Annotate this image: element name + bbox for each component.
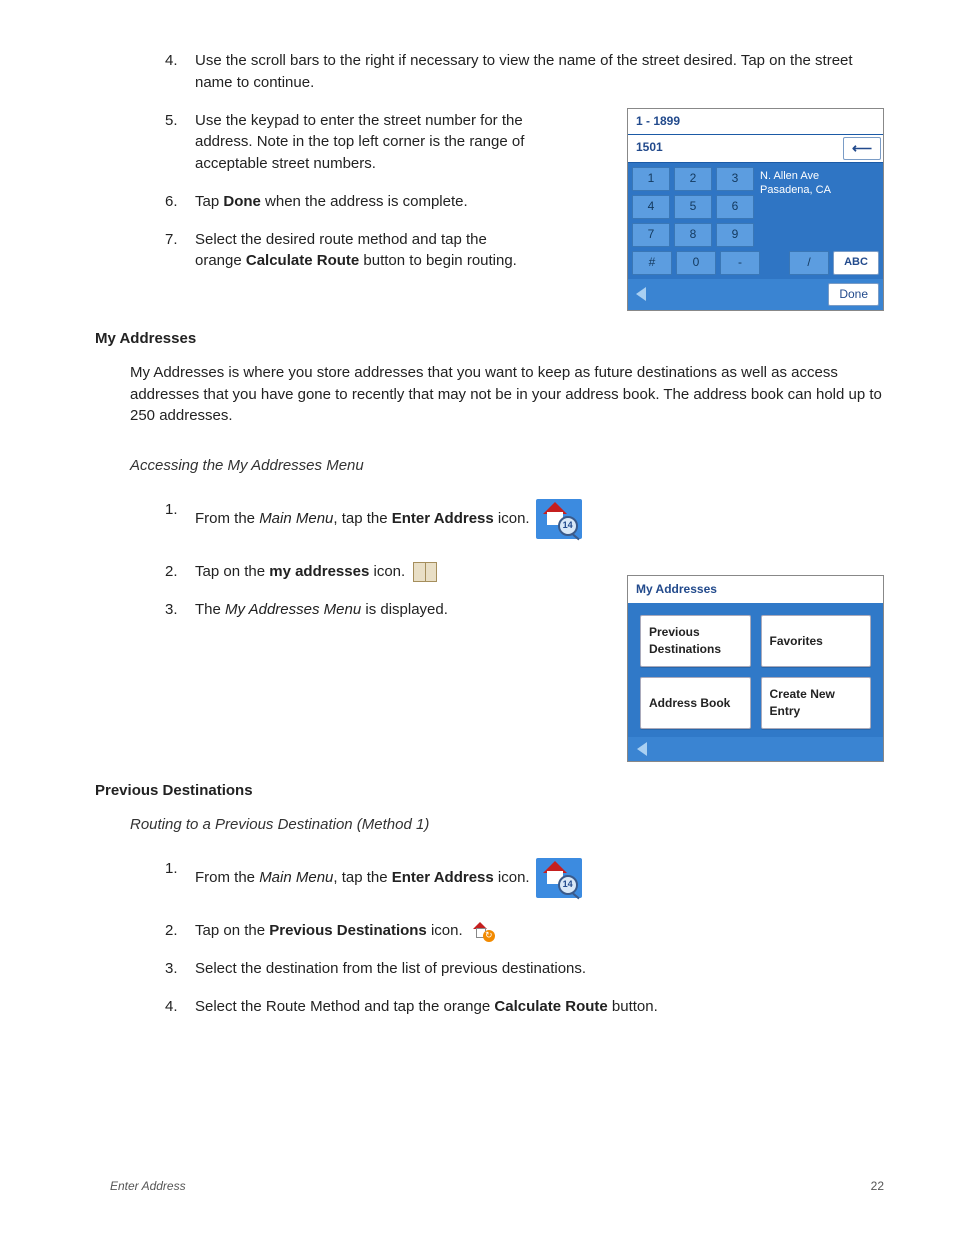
- step-number: 4.: [110, 50, 195, 72]
- panel-title: My Addresses: [628, 576, 883, 603]
- abc-button[interactable]: ABC: [833, 251, 879, 275]
- step-text: From the Main Menu, tap the Enter Addres…: [195, 858, 884, 898]
- keypad-range: 1 - 1899: [628, 109, 883, 135]
- key-button[interactable]: 6: [716, 195, 754, 219]
- backspace-icon[interactable]: ⟵: [843, 137, 881, 159]
- key-button[interactable]: /: [789, 251, 829, 275]
- step-text: Select the Route Method and tap the oran…: [195, 996, 884, 1018]
- done-button[interactable]: Done: [828, 283, 879, 306]
- section-heading-my-addresses: My Addresses: [95, 328, 884, 350]
- my-addresses-panel: My Addresses Previous Destinations Favor…: [627, 575, 884, 762]
- subheading-accessing: Accessing the My Addresses Menu: [130, 455, 884, 477]
- step-number: 4.: [110, 996, 195, 1018]
- step-number: 7.: [110, 229, 195, 251]
- footer-section-name: Enter Address: [110, 1178, 186, 1195]
- key-button[interactable]: #: [632, 251, 672, 275]
- step-text: From the Main Menu, tap the Enter Addres…: [195, 499, 884, 539]
- key-button[interactable]: 4: [632, 195, 670, 219]
- step-text: Use the scroll bars to the right if nece…: [195, 50, 884, 94]
- key-button[interactable]: 0: [676, 251, 716, 275]
- bottom-steps-list: 1. From the Main Menu, tap the Enter Add…: [110, 858, 884, 1018]
- step-number: 6.: [110, 191, 195, 213]
- step-number: 3.: [110, 958, 195, 980]
- subheading-routing: Routing to a Previous Destination (Metho…: [130, 814, 884, 836]
- list-item: 1. From the Main Menu, tap the Enter Add…: [110, 858, 884, 898]
- my-addresses-intro: My Addresses is where you store addresse…: [130, 362, 884, 427]
- list-item: 2. Tap on the Previous Destinations icon…: [110, 920, 884, 942]
- key-button[interactable]: 8: [674, 223, 712, 247]
- key-button[interactable]: 7: [632, 223, 670, 247]
- panel-footer: [628, 737, 883, 761]
- keypad-street: N. Allen Ave: [760, 169, 877, 183]
- key-button[interactable]: 1: [632, 167, 670, 191]
- step-text: Tap Done when the address is complete.: [195, 191, 535, 213]
- document-page: 4. Use the scroll bars to the right if n…: [0, 0, 954, 1235]
- previous-destinations-button[interactable]: Previous Destinations: [640, 615, 751, 667]
- step-text: Use the keypad to enter the street numbe…: [195, 110, 535, 175]
- step-number: 2.: [110, 920, 195, 942]
- list-item: 3. Select the destination from the list …: [110, 958, 884, 980]
- keypad-body: 1 2 3 4 5 6 7 8 9 N. Allen Ave Pasadena,…: [628, 163, 883, 251]
- section-heading-previous-destinations: Previous Destinations: [95, 780, 884, 802]
- step-number: 5.: [110, 110, 195, 132]
- footer-page-number: 22: [871, 1178, 884, 1195]
- keypad-cells: 1 2 3 4 5 6 7 8 9: [628, 163, 758, 251]
- list-item: 4. Use the scroll bars to the right if n…: [110, 50, 884, 94]
- previous-destinations-icon: ↻: [471, 920, 495, 942]
- back-arrow-icon[interactable]: [636, 287, 646, 301]
- enter-address-icon: 14: [536, 858, 582, 898]
- back-arrow-icon[interactable]: [637, 742, 647, 756]
- keypad-bottom-row: # 0 - / ABC: [628, 251, 883, 279]
- keypad-city: Pasadena, CA: [760, 183, 877, 197]
- step-number: 1.: [110, 499, 195, 521]
- keypad-input-row: 1501 ⟵: [628, 135, 883, 162]
- favorites-button[interactable]: Favorites: [761, 615, 872, 667]
- step-text: Select the desired route method and tap …: [195, 229, 535, 273]
- key-button[interactable]: 2: [674, 167, 712, 191]
- step-number: 3.: [110, 599, 195, 621]
- keypad-side: N. Allen Ave Pasadena, CA: [758, 163, 883, 251]
- key-button[interactable]: -: [720, 251, 760, 275]
- create-new-entry-button[interactable]: Create New Entry: [761, 677, 872, 729]
- keypad-value: 1501: [628, 135, 841, 161]
- step-text: Tap on the Previous Destinations icon. ↻: [195, 920, 884, 942]
- panel-grid: Previous Destinations Favorites Address …: [628, 603, 883, 737]
- step-number: 2.: [110, 561, 195, 583]
- keypad-footer: Done: [628, 279, 883, 310]
- list-item: 4. Select the Route Method and tap the o…: [110, 996, 884, 1018]
- address-book-button[interactable]: Address Book: [640, 677, 751, 729]
- keypad-screenshot: 1 - 1899 1501 ⟵ 1 2 3 4 5 6 7 8 9 N. All…: [627, 108, 884, 311]
- enter-address-icon: 14: [536, 499, 582, 539]
- step-number: 1.: [110, 858, 195, 880]
- key-button[interactable]: 5: [674, 195, 712, 219]
- key-button[interactable]: 9: [716, 223, 754, 247]
- book-icon: [413, 562, 437, 582]
- key-button[interactable]: 3: [716, 167, 754, 191]
- step-text: Select the destination from the list of …: [195, 958, 884, 980]
- list-item: 1. From the Main Menu, tap the Enter Add…: [110, 499, 884, 539]
